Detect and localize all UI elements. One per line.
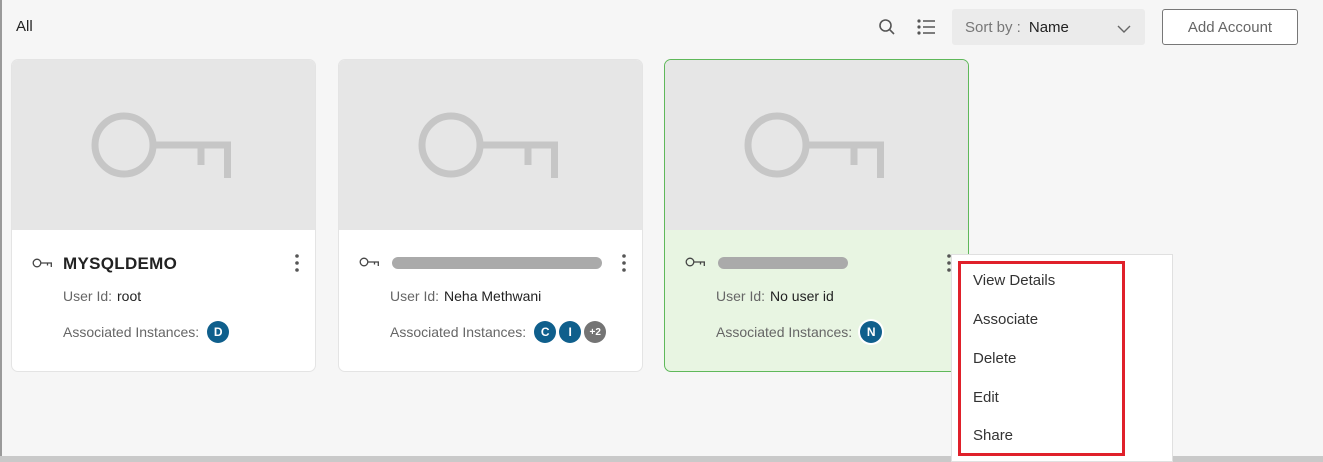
key-illustration-icon bbox=[418, 112, 558, 178]
add-account-button[interactable]: Add Account bbox=[1162, 9, 1298, 45]
filter-title: All bbox=[16, 18, 33, 35]
user-id-label: User Id: bbox=[63, 288, 113, 304]
list-view-icon[interactable] bbox=[915, 16, 937, 38]
key-icon bbox=[32, 255, 53, 273]
menu-item-view-details[interactable]: View Details bbox=[973, 272, 1055, 289]
user-id-label: User Id: bbox=[716, 288, 766, 304]
context-menu: View Details Associate Delete Edit Share bbox=[951, 254, 1173, 462]
user-id-value: No user id bbox=[770, 288, 834, 304]
card-thumbnail bbox=[665, 60, 968, 230]
sort-label: Sort by : bbox=[965, 18, 1021, 36]
card-thumbnail bbox=[12, 60, 315, 230]
more-options-icon[interactable] bbox=[290, 252, 304, 274]
search-icon[interactable] bbox=[876, 16, 898, 38]
associated-instances-label: Associated Instances: bbox=[63, 324, 200, 340]
window-left-edge bbox=[0, 0, 2, 462]
menu-item-edit[interactable]: Edit bbox=[973, 389, 999, 406]
instance-avatar[interactable]: I bbox=[559, 321, 582, 343]
more-instances-badge[interactable]: +2 bbox=[584, 321, 607, 343]
sort-value: Name bbox=[1028, 18, 1069, 36]
user-id-label: User Id: bbox=[390, 288, 440, 304]
account-card-selected[interactable]: User Id: No user id Associated Instances… bbox=[664, 59, 969, 372]
menu-item-share[interactable]: Share bbox=[973, 427, 1013, 444]
instance-avatar[interactable]: N bbox=[860, 321, 883, 343]
account-card[interactable]: User Id: Neha Methwani Associated Instan… bbox=[338, 59, 643, 372]
card-thumbnail bbox=[339, 60, 642, 230]
redacted-account-name bbox=[718, 257, 848, 269]
associated-instances-label: Associated Instances: bbox=[716, 324, 853, 340]
menu-item-associate[interactable]: Associate bbox=[973, 311, 1038, 328]
key-icon bbox=[359, 254, 380, 272]
account-card[interactable]: MYSQLDEMO User Id: root Associated Insta… bbox=[11, 59, 316, 372]
chevron-down-icon bbox=[1117, 21, 1131, 38]
account-name: MYSQLDEMO bbox=[63, 254, 178, 273]
sort-dropdown[interactable]: Sort by : Name bbox=[952, 9, 1145, 45]
key-icon bbox=[685, 254, 706, 272]
more-options-icon[interactable] bbox=[617, 252, 631, 274]
user-id-value: root bbox=[117, 288, 142, 304]
menu-item-delete[interactable]: Delete bbox=[973, 350, 1016, 367]
instance-avatar[interactable]: D bbox=[207, 321, 230, 343]
redacted-account-name bbox=[392, 257, 602, 269]
associated-instances-label: Associated Instances: bbox=[390, 324, 527, 340]
key-illustration-icon bbox=[91, 112, 231, 178]
instance-avatar[interactable]: C bbox=[534, 321, 557, 343]
user-id-value: Neha Methwani bbox=[444, 288, 542, 304]
key-illustration-icon bbox=[744, 112, 884, 178]
